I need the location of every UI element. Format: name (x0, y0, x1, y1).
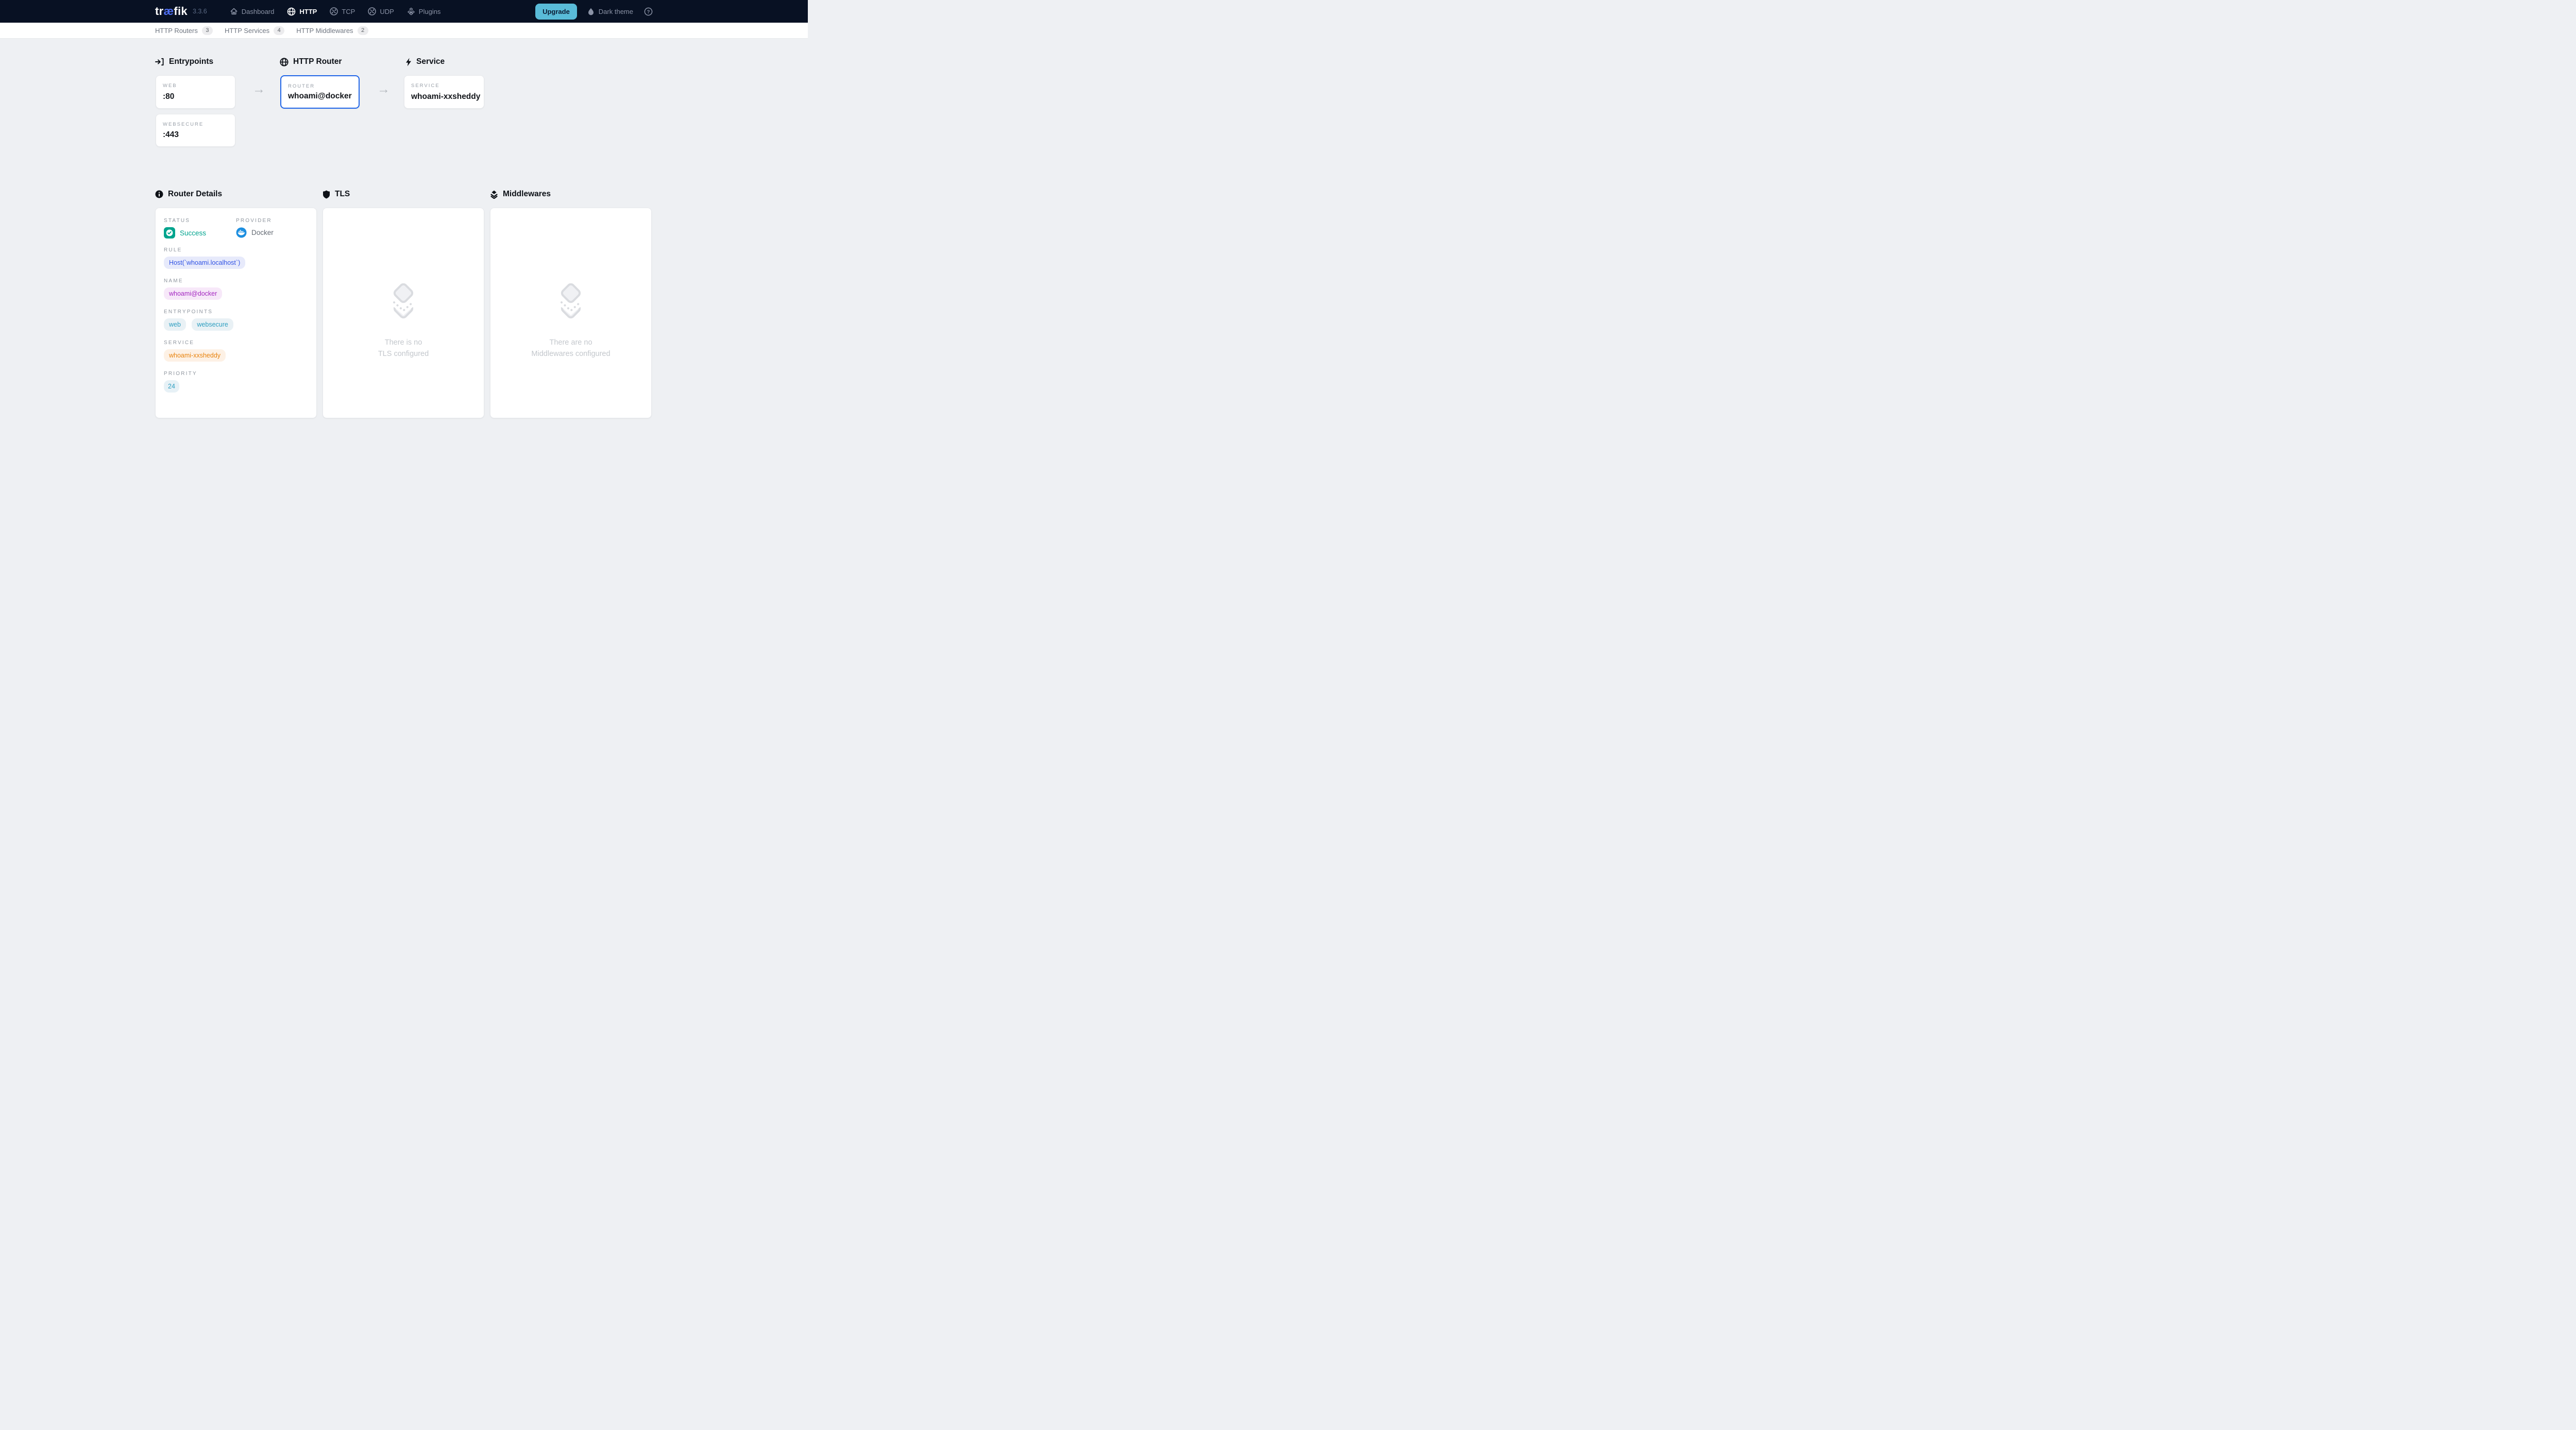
version-label: 3.3.6 (193, 8, 207, 15)
router-details-card: STATUS Success PROVIDER Docker (155, 208, 317, 418)
nav-item-tcp[interactable]: TCP (330, 7, 355, 15)
entrypoints-label: ENTRYPOINTS (164, 309, 308, 315)
logo-text-post: fik (174, 5, 188, 18)
rule-chip: Host(`whoami.localhost`) (164, 257, 245, 269)
tab-label: HTTP Middlewares (296, 27, 353, 35)
middlewares-empty-text: There are no Middlewares configured (490, 337, 651, 360)
tab-http-middlewares[interactable]: HTTP Middlewares 2 (296, 26, 368, 35)
tab-count-badge: 3 (202, 26, 213, 35)
shield-icon (323, 190, 330, 199)
nav-menu: Dashboard HTTP TCP UDP (230, 7, 441, 16)
tcp-icon (330, 7, 338, 15)
http-router-section-title: HTTP Router (280, 57, 342, 66)
provider-label: PROVIDER (236, 218, 308, 224)
help-icon: ? (644, 7, 653, 16)
status-success-icon (164, 227, 175, 239)
theme-toggle-label: Dark theme (599, 8, 633, 15)
middlewares-title: Middlewares (490, 190, 551, 199)
empty-layers-icon (387, 283, 419, 320)
nav-item-dashboard[interactable]: Dashboard (230, 7, 275, 15)
docker-icon (236, 227, 247, 238)
upgrade-button[interactable]: Upgrade (535, 4, 577, 20)
nav-item-label: Plugins (419, 8, 441, 15)
tab-label: HTTP Services (225, 27, 269, 35)
tls-title: TLS (323, 190, 350, 199)
sub-navbar: HTTP Routers 3 HTTP Services 4 HTTP Midd… (0, 23, 808, 39)
service-section-title: Service (405, 57, 445, 66)
traefik-logo[interactable]: træfik (155, 5, 188, 18)
service-card-label: SERVICE (411, 83, 484, 89)
entrypoint-card-label: WEBSECURE (163, 122, 235, 127)
logo-text-pre: tr (155, 5, 164, 18)
info-icon (155, 190, 163, 198)
nav-item-label: TCP (342, 8, 355, 15)
theme-toggle[interactable]: Dark theme (588, 8, 633, 15)
tab-count-badge: 2 (358, 26, 368, 35)
globe-outline-icon (280, 58, 289, 66)
svg-text:?: ? (647, 9, 650, 15)
entrypoints-section-title: Entrypoints (155, 57, 213, 66)
help-button[interactable]: ? (644, 7, 653, 16)
tab-http-routers[interactable]: HTTP Routers 3 (155, 26, 213, 35)
detail-service-label: SERVICE (164, 340, 308, 346)
nav-item-label: UDP (380, 8, 394, 15)
entrypoint-card-websecure[interactable]: WEBSECURE :443 (156, 114, 235, 147)
entrypoints-icon (155, 58, 164, 66)
entrypoint-chip-web: web (164, 318, 186, 331)
tls-empty-text: There is no TLS configured (323, 337, 484, 360)
status-label: STATUS (164, 218, 236, 224)
flow-arrow-icon: → (252, 83, 265, 96)
globe-icon (287, 7, 296, 16)
router-details-title: Router Details (155, 190, 222, 199)
plugins-icon (407, 7, 415, 15)
lightning-bolt-icon (405, 58, 412, 66)
router-card[interactable]: ROUTER whoami@docker (280, 75, 360, 109)
home-icon (230, 7, 238, 15)
nav-item-plugins[interactable]: Plugins (407, 7, 441, 15)
nav-item-udp[interactable]: UDP (368, 7, 394, 15)
logo-text-ae: æ (164, 5, 174, 18)
layers-icon (490, 190, 498, 199)
entrypoint-card-label: WEB (163, 83, 235, 89)
name-chip: whoami@docker (164, 287, 222, 300)
tab-http-services[interactable]: HTTP Services 4 (225, 26, 284, 35)
main-content: Entrypoints HTTP Router Service WEB :80 … (155, 39, 653, 445)
middlewares-card: There are no Middlewares configured (490, 208, 652, 418)
priority-label: PRIORITY (164, 371, 308, 377)
provider-value: Docker (251, 229, 274, 236)
service-card-value: whoami-xxsheddy (411, 92, 480, 101)
name-label: NAME (164, 278, 308, 284)
udp-icon (368, 7, 376, 15)
nav-item-label: Dashboard (242, 8, 275, 15)
service-card[interactable]: SERVICE whoami-xxsheddy (404, 75, 484, 109)
entrypoint-card-value: :443 (163, 130, 179, 140)
entrypoint-chip-websecure: websecure (192, 318, 233, 331)
rule-label: RULE (164, 247, 308, 253)
droplet-icon (588, 8, 594, 15)
priority-chip: 24 (164, 380, 179, 393)
flow-arrow-icon: → (377, 83, 390, 96)
service-chip: whoami-xxsheddy (164, 349, 226, 362)
empty-layers-icon (555, 283, 587, 320)
top-navbar: træfik 3.3.6 Dashboard HTTP TCP (0, 0, 808, 23)
entrypoint-card-value: :80 (163, 92, 174, 101)
router-card-label: ROUTER (288, 83, 359, 89)
tls-card: There is no TLS configured (323, 208, 484, 418)
nav-item-label: HTTP (299, 8, 317, 15)
status-value: Success (180, 229, 206, 237)
nav-item-http[interactable]: HTTP (287, 7, 317, 16)
router-card-value: whoami@docker (288, 92, 352, 101)
tab-count-badge: 4 (274, 26, 284, 35)
entrypoint-card-web[interactable]: WEB :80 (156, 75, 235, 109)
tab-label: HTTP Routers (155, 27, 198, 35)
